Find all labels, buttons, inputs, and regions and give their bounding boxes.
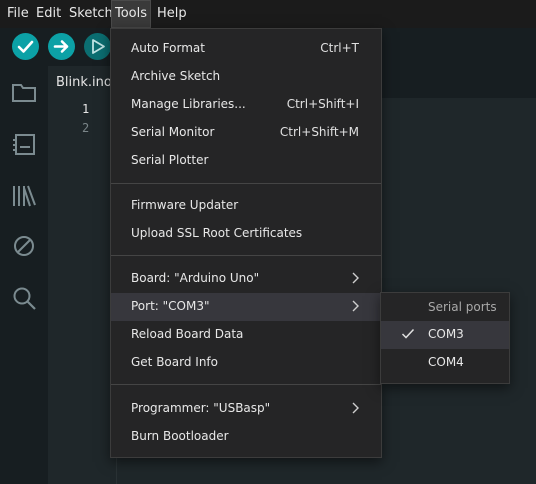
debug-icon bbox=[92, 39, 105, 54]
menu-separator bbox=[111, 384, 381, 385]
verify-button[interactable] bbox=[12, 33, 39, 60]
menu-item-label: Board: "Arduino Uno" bbox=[131, 271, 260, 285]
upload-button[interactable] bbox=[48, 33, 75, 60]
menu-item-label: Manage Libraries... bbox=[131, 97, 246, 111]
menu-item-label: Serial Monitor bbox=[131, 125, 215, 139]
menu-item-label: Serial Plotter bbox=[131, 153, 209, 167]
shortcut: Ctrl+T bbox=[320, 41, 359, 55]
chevron-right-icon bbox=[352, 402, 359, 414]
line-number: 1 bbox=[82, 102, 90, 116]
board-icon[interactable] bbox=[10, 130, 38, 158]
menu-tools[interactable]: Tools bbox=[111, 0, 151, 28]
line-gutter: 1 2 bbox=[48, 100, 116, 484]
verify-icon bbox=[17, 40, 34, 53]
port-option-label: COM4 bbox=[428, 355, 464, 369]
port-option-com3[interactable]: COM3 bbox=[381, 321, 509, 349]
menu-sketch[interactable]: Sketch bbox=[69, 0, 113, 28]
menu-item-label: Programmer: "USBasp" bbox=[131, 401, 271, 415]
menu-item-auto-format[interactable]: Auto Format Ctrl+T bbox=[111, 35, 381, 63]
port-submenu: Serial ports COM3 COM4 bbox=[380, 292, 510, 384]
upload-icon bbox=[53, 40, 69, 53]
port-option-label: COM3 bbox=[428, 327, 464, 341]
menu-item-burn-bootloader[interactable]: Burn Bootloader bbox=[111, 423, 381, 451]
menu-item-label: Port: "COM3" bbox=[131, 299, 210, 313]
tab-label: Blink.ino bbox=[56, 75, 112, 90]
menu-item-label: Firmware Updater bbox=[131, 198, 239, 212]
menu-item-port[interactable]: Port: "COM3" bbox=[111, 293, 381, 321]
menu-help[interactable]: Help bbox=[157, 0, 187, 28]
menu-item-board[interactable]: Board: "Arduino Uno" bbox=[111, 265, 381, 293]
sidebar bbox=[0, 66, 48, 484]
checkmark-icon bbox=[401, 328, 415, 339]
menu-item-firmware-updater[interactable]: Firmware Updater bbox=[111, 192, 381, 220]
menu-item-label: Reload Board Data bbox=[131, 327, 244, 341]
search-icon[interactable] bbox=[10, 284, 38, 312]
menu-item-manage-libraries[interactable]: Manage Libraries... Ctrl+Shift+I bbox=[111, 91, 381, 119]
menu-bar: File Edit Sketch Tools Help bbox=[0, 0, 536, 28]
chevron-right-icon bbox=[352, 300, 359, 312]
menu-item-serial-monitor[interactable]: Serial Monitor Ctrl+Shift+M bbox=[111, 119, 381, 147]
menu-item-archive-sketch[interactable]: Archive Sketch bbox=[111, 63, 381, 91]
tab-blink[interactable]: Blink.ino bbox=[48, 66, 118, 100]
debug-button[interactable] bbox=[84, 33, 111, 60]
menu-item-programmer[interactable]: Programmer: "USBasp" bbox=[111, 395, 381, 423]
menu-item-label: Burn Bootloader bbox=[131, 429, 229, 443]
shortcut: Ctrl+Shift+M bbox=[279, 125, 359, 139]
menu-separator bbox=[111, 183, 381, 184]
menu-separator bbox=[111, 255, 381, 256]
menu-item-upload-ssl-root-certificates[interactable]: Upload SSL Root Certificates bbox=[111, 220, 381, 248]
submenu-header: Serial ports bbox=[428, 300, 497, 314]
menu-item-get-board-info[interactable]: Get Board Info bbox=[111, 349, 381, 377]
menu-item-serial-plotter[interactable]: Serial Plotter bbox=[111, 147, 381, 175]
folder-icon[interactable] bbox=[10, 78, 38, 106]
no-entry-icon[interactable] bbox=[10, 232, 38, 260]
port-option-com4[interactable]: COM4 bbox=[381, 349, 509, 377]
menu-item-label: Auto Format bbox=[131, 41, 205, 55]
menu-edit[interactable]: Edit bbox=[36, 0, 61, 28]
line-number: 2 bbox=[82, 121, 90, 135]
shortcut: Ctrl+Shift+I bbox=[286, 97, 359, 111]
chevron-right-icon bbox=[352, 272, 359, 284]
menu-file[interactable]: File bbox=[7, 0, 29, 28]
menu-item-label: Get Board Info bbox=[131, 355, 218, 369]
menu-item-label: Upload SSL Root Certificates bbox=[131, 226, 303, 240]
menu-item-label: Archive Sketch bbox=[131, 69, 221, 83]
library-icon[interactable] bbox=[10, 182, 38, 210]
menu-item-reload-board-data[interactable]: Reload Board Data bbox=[111, 321, 381, 349]
tools-menu: Auto Format Ctrl+T Archive Sketch Manage… bbox=[110, 28, 382, 458]
